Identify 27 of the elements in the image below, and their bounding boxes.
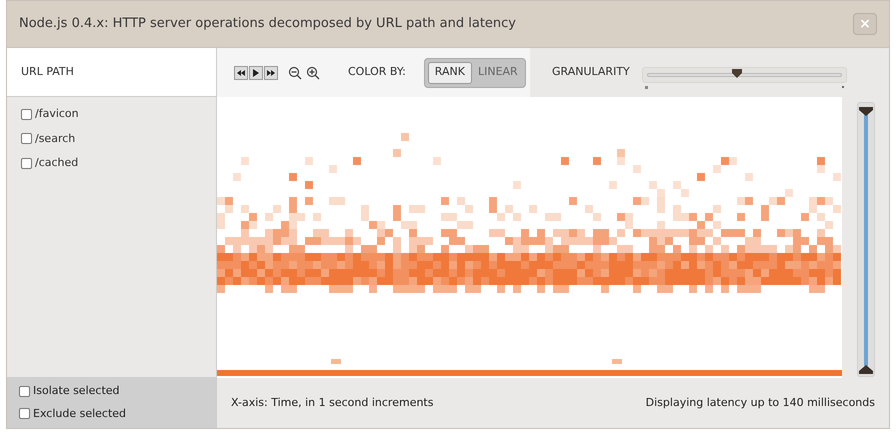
zoom-in-icon[interactable] [306, 66, 320, 80]
play-icon [253, 68, 259, 76]
checkbox-item[interactable]: Isolate selected [19, 383, 204, 400]
checkbox-item[interactable]: /search [21, 130, 202, 147]
color-mode-tab[interactable]: RANK [428, 62, 472, 84]
checkbox-item[interactable]: Exclude selected [19, 406, 204, 422]
zoom-out-icon[interactable] [288, 66, 302, 80]
latency-caption: Displaying latency up to 140 milliseconds [646, 394, 875, 411]
slider-thumb[interactable] [732, 68, 742, 78]
x-axis-caption: X-axis: Time, in 1 second increments [231, 394, 434, 411]
rewind-button[interactable] [234, 66, 248, 80]
latency-range-slider[interactable] [856, 102, 874, 377]
window-title: Node.js 0.4.x: HTTP server operations decomposed by URL path and latency [19, 15, 516, 34]
tick-mark [842, 86, 844, 88]
rewind-icon [237, 70, 245, 76]
fast-forward-icon [267, 70, 275, 76]
checkbox-item[interactable]: /favicon [21, 106, 202, 122]
tick-mark [644, 86, 648, 88]
color-by-label: COLOR BY: [348, 64, 406, 80]
granularity-slider[interactable] [642, 66, 847, 82]
granularity-label: GRANULARITY [552, 64, 630, 80]
slider-thumb[interactable] [858, 365, 872, 374]
column-heading: URL PATH [21, 64, 74, 80]
fast-forward-button[interactable] [264, 66, 278, 80]
slider-thumb[interactable] [858, 107, 872, 116]
checkbox-item[interactable]: /cached [21, 155, 202, 172]
play-button[interactable] [249, 66, 263, 80]
